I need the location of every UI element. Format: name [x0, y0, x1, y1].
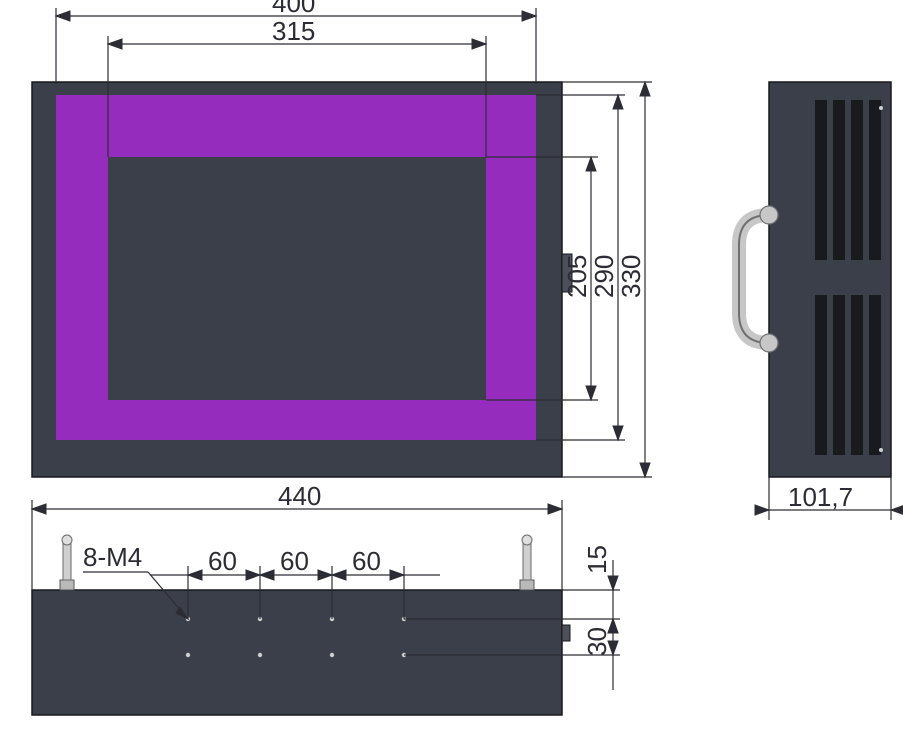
bottom-body	[32, 590, 562, 715]
dim-440-text: 440	[278, 481, 321, 511]
front-view	[32, 82, 572, 477]
front-screen	[108, 157, 486, 400]
side-view	[739, 82, 891, 477]
bottom-connector	[562, 625, 570, 641]
dim-315-text: 315	[272, 16, 315, 46]
dim-15-text: 15	[582, 545, 612, 574]
dim-60c-text: 60	[352, 546, 381, 576]
dim-60a-text: 60	[208, 546, 237, 576]
dim-330-text: 330	[616, 255, 646, 298]
dim-101-7: 101,7	[755, 477, 903, 520]
technical-drawing: 400 315 330 290 205	[0, 0, 903, 734]
standoff-left	[60, 535, 74, 590]
dim-290-text: 290	[589, 255, 619, 298]
dim-205-text: 205	[562, 255, 592, 298]
standoff-right	[520, 535, 534, 590]
dim-30-text: 30	[582, 627, 612, 656]
dim-101-7-text: 101,7	[788, 482, 853, 512]
leader-8m4-text: 8-M4	[83, 542, 142, 572]
dim-60b-text: 60	[280, 546, 309, 576]
